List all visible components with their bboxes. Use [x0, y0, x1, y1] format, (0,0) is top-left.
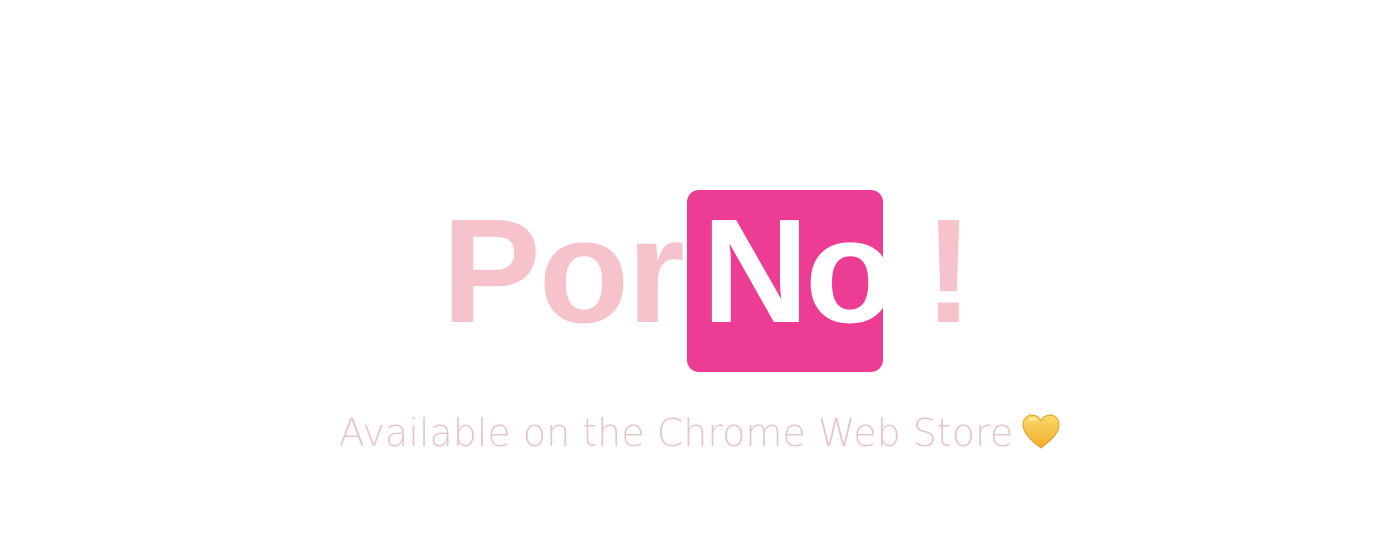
- tagline: Available on the Chrome Web Store: [0, 412, 1400, 455]
- logo-text-no: No: [702, 189, 895, 354]
- page: Por No ! Available on the Chrome Web Sto…: [0, 0, 1400, 560]
- logo: Por No !: [0, 190, 1400, 372]
- yellow-heart-icon: [1021, 412, 1061, 452]
- logo-text-exclamation: !: [924, 189, 974, 354]
- logo-highlight-box: No: [687, 190, 895, 372]
- tagline-text: Available on the Chrome Web Store: [338, 411, 1014, 455]
- logo-text-por: Por: [442, 189, 685, 354]
